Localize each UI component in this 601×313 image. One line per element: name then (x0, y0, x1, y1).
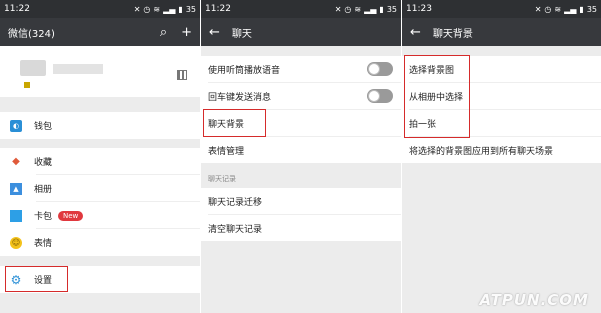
page-title: 聊天背景 (432, 28, 473, 40)
menu-item-label: 相册 (34, 185, 53, 195)
setting-label: 聊天记录迁移 (208, 197, 263, 208)
album-icon: ▲ (10, 182, 22, 195)
favorites-icon: ◆ (12, 156, 20, 167)
enter-send-toggle[interactable] (367, 89, 393, 103)
setting-label: 使用听筒播放语音 (208, 65, 281, 76)
setting-label: 清空聊天记录 (208, 224, 263, 235)
back-arrow-icon[interactable]: ← (209, 25, 220, 40)
status-bar: 11:23 ✕ ◷ ≋ ▂▄ ▮ 35 (402, 0, 601, 18)
chat-background-screen: 11:23 ✕ ◷ ≋ ▂▄ ▮ 35 ← 聊天背景 选择背景图 从相册中选择 … (402, 0, 601, 313)
chat-history-group: 聊天记录 聊天记录迁移 清空聊天记录 (201, 170, 401, 241)
chat-settings-screen: 11:22 ✕ ◷ ≋ ▂▄ ▮ 35 ← 聊天 使用听筒播放语音 回车键发送消… (201, 0, 401, 313)
menu-item-label: 表情 (34, 239, 53, 249)
highlight-box-chat-background (203, 109, 266, 137)
setting-earpiece[interactable]: 使用听筒播放语音 (201, 56, 401, 82)
wifi-icon: ≋ (153, 4, 161, 14)
setting-label: 表情管理 (208, 146, 245, 157)
setting-history-migrate[interactable]: 聊天记录迁移 (201, 188, 401, 214)
menu-item-label: 卡包 (34, 212, 53, 222)
page-title: 聊天 (231, 28, 252, 40)
signal-icon: ▂▄ (364, 4, 377, 14)
setting-history-clear[interactable]: 清空聊天记录 (201, 215, 401, 241)
page-title: 微信(324) (8, 28, 55, 40)
qr-code-icon[interactable] (177, 70, 187, 80)
menu-item-cards[interactable]: 卡包 New (0, 202, 200, 229)
search-icon[interactable]: ⌕ (160, 25, 167, 40)
app-bar: 微信(324) ⌕ + (0, 18, 200, 46)
signal-icon: ▂▄ (564, 4, 577, 14)
status-bar: 11:22 ✕ ◷ ≋ ▂▄ ▮ 35 (201, 0, 401, 18)
setting-enter-send[interactable]: 回车键发送消息 (201, 83, 401, 109)
back-arrow-icon[interactable]: ← (410, 25, 421, 40)
menu-item-favorites[interactable]: ◆ 收藏 (0, 148, 200, 175)
wechat-me-screen: 11:22 ✕ ◷ ≋ ▂▄ ▮ 35 微信(324) ⌕ + ◐ 钱包 ◆ 收… (0, 0, 200, 313)
emoji-icon: ☺ (10, 236, 22, 249)
earpiece-toggle[interactable] (367, 62, 393, 76)
menu-item-album[interactable]: ▲ 相册 (0, 175, 200, 202)
wallet-icon: ◐ (10, 119, 22, 132)
mute-icon: ✕ (334, 4, 342, 14)
section-header: 聊天记录 (201, 170, 401, 188)
option-label: 将选择的背景图应用到所有聊天场景 (409, 146, 554, 157)
wallet-group: ◐ 钱包 (0, 112, 200, 139)
profile-name-blurred (53, 64, 103, 74)
battery-icon: ▮ (379, 4, 384, 14)
favorites-group: ◆ 收藏 ▲ 相册 卡包 New ☺ 表情 (0, 148, 200, 256)
highlight-box-background-options (404, 55, 470, 138)
status-bar: 11:22 ✕ ◷ ≋ ▂▄ ▮ 35 (0, 0, 200, 18)
add-icon[interactable]: + (181, 25, 192, 40)
option-apply-all[interactable]: 将选择的背景图应用到所有聊天场景 (402, 137, 601, 163)
avatar-badge (24, 82, 30, 88)
avatar (20, 60, 46, 76)
battery-icon: ▮ (178, 4, 183, 14)
new-badge: New (58, 210, 84, 221)
watermark: ATPUN.COM (479, 291, 589, 309)
mute-icon: ✕ (534, 4, 542, 14)
menu-item-stickers[interactable]: ☺ 表情 (0, 229, 200, 256)
app-bar: ← 聊天背景 (402, 18, 601, 46)
wifi-icon: ≋ (354, 4, 362, 14)
status-icons: ✕ ◷ ≋ ▂▄ ▮ 35 (335, 5, 397, 14)
app-bar: ← 聊天 (201, 18, 401, 46)
menu-item-wallet[interactable]: ◐ 钱包 (0, 112, 200, 139)
setting-sticker-management[interactable]: 表情管理 (201, 137, 401, 163)
status-icons: ✕ ◷ ≋ ▂▄ ▮ 35 (134, 5, 196, 14)
status-icons: ✕ ◷ ≋ ▂▄ ▮ 35 (535, 5, 597, 14)
menu-item-label: 钱包 (34, 122, 53, 132)
mute-icon: ✕ (133, 4, 141, 14)
status-time: 11:23 (406, 4, 432, 14)
battery-level: 35 (185, 4, 196, 14)
highlight-box-settings (5, 266, 68, 292)
alarm-icon: ◷ (544, 4, 552, 14)
battery-level: 35 (386, 4, 397, 14)
alarm-icon: ◷ (344, 4, 352, 14)
signal-icon: ▂▄ (163, 4, 176, 14)
profile-card[interactable] (0, 46, 200, 97)
cards-icon (10, 209, 22, 222)
battery-icon: ▮ (579, 4, 584, 14)
menu-item-label: 收藏 (34, 158, 53, 168)
status-time: 11:22 (205, 4, 231, 14)
battery-level: 35 (586, 4, 597, 14)
wifi-icon: ≋ (554, 4, 562, 14)
alarm-icon: ◷ (143, 4, 151, 14)
setting-label: 回车键发送消息 (208, 92, 272, 103)
status-time: 11:22 (4, 4, 30, 14)
